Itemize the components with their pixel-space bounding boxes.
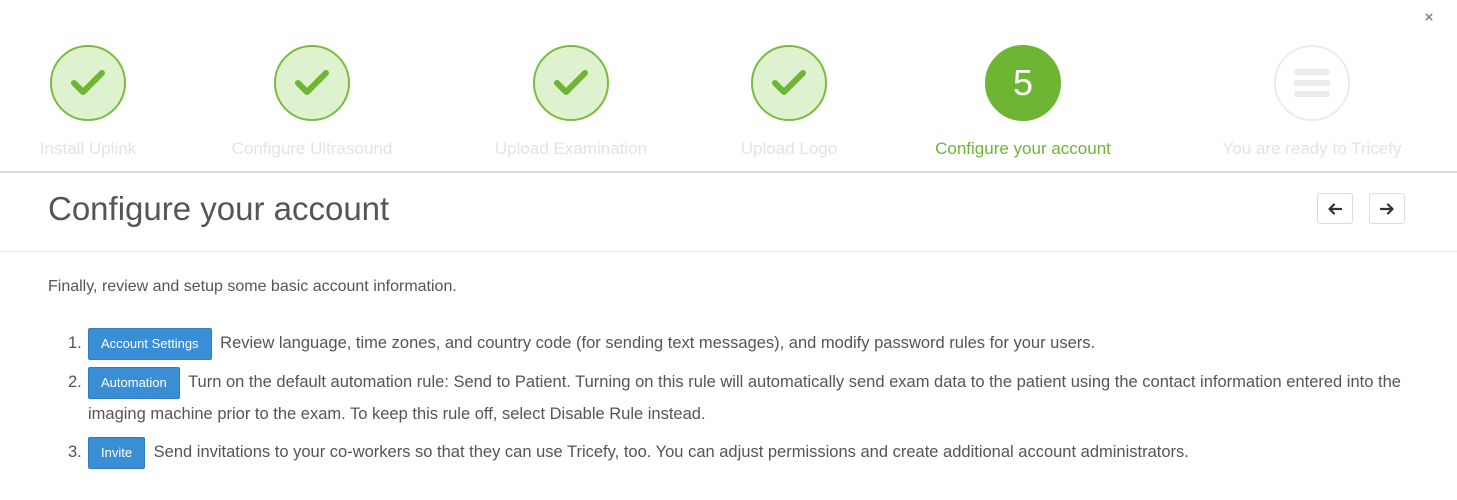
instruction-list: 1. Account Settings Review language, tim…	[48, 328, 1418, 476]
step-circle	[274, 45, 350, 121]
wizard-step-configure-ultrasound[interactable]: Configure Ultrasound	[182, 45, 442, 159]
header-divider	[0, 251, 1457, 252]
previous-step-button[interactable]	[1317, 193, 1353, 224]
step-circle	[1274, 45, 1350, 121]
step-circle	[751, 45, 827, 121]
next-step-button[interactable]	[1369, 193, 1405, 224]
item-text: Turn on the default automation rule: Sen…	[88, 373, 1401, 423]
stepper-divider	[0, 171, 1457, 173]
wizard-stepper: Install Uplink Configure Ultrasound Uplo…	[0, 45, 1457, 170]
arrow-left-icon	[1328, 202, 1342, 215]
instruction-item: 3. Invite Send invitations to your co-wo…	[48, 437, 1418, 469]
check-icon	[772, 70, 806, 95]
step-label: Configure your account	[935, 139, 1111, 158]
item-number: 3.	[68, 443, 82, 461]
intro-text: Finally, review and setup some basic acc…	[48, 278, 457, 295]
arrow-right-icon	[1380, 202, 1394, 215]
instruction-item: 1. Account Settings Review language, tim…	[48, 328, 1418, 360]
wizard-step-ready-to-tricefy[interactable]: You are ready to Tricefy	[1182, 45, 1442, 159]
check-icon	[295, 70, 329, 95]
wizard-step-upload-logo[interactable]: Upload Logo	[659, 45, 919, 159]
instruction-item: 2. Automation Turn on the default automa…	[48, 367, 1418, 430]
setup-wizard-modal: × Install Uplink Configure Ultrasound Up…	[0, 0, 1457, 500]
invite-button[interactable]: Invite	[88, 437, 146, 469]
wizard-step-configure-account[interactable]: 5 Configure your account	[893, 45, 1153, 159]
step-circle	[50, 45, 126, 121]
page-title: Configure your account	[48, 190, 390, 227]
close-icon[interactable]: ×	[1421, 10, 1437, 26]
menu-lines-icon	[1294, 69, 1330, 97]
item-text: Review language, time zones, and country…	[220, 334, 1096, 352]
step-label: Upload Logo	[740, 139, 838, 158]
step-label: Configure Ultrasound	[231, 139, 393, 158]
check-icon	[71, 70, 105, 95]
item-number: 2.	[68, 373, 82, 391]
account-settings-button[interactable]: Account Settings	[88, 328, 212, 360]
item-text: Send invitations to your co-workers so t…	[153, 443, 1189, 461]
step-circle	[533, 45, 609, 121]
step-number: 5	[985, 45, 1061, 121]
step-label: You are ready to Tricefy	[1222, 139, 1402, 158]
check-icon	[554, 70, 588, 95]
automation-button[interactable]: Automation	[88, 367, 180, 399]
item-number: 1.	[68, 334, 82, 352]
